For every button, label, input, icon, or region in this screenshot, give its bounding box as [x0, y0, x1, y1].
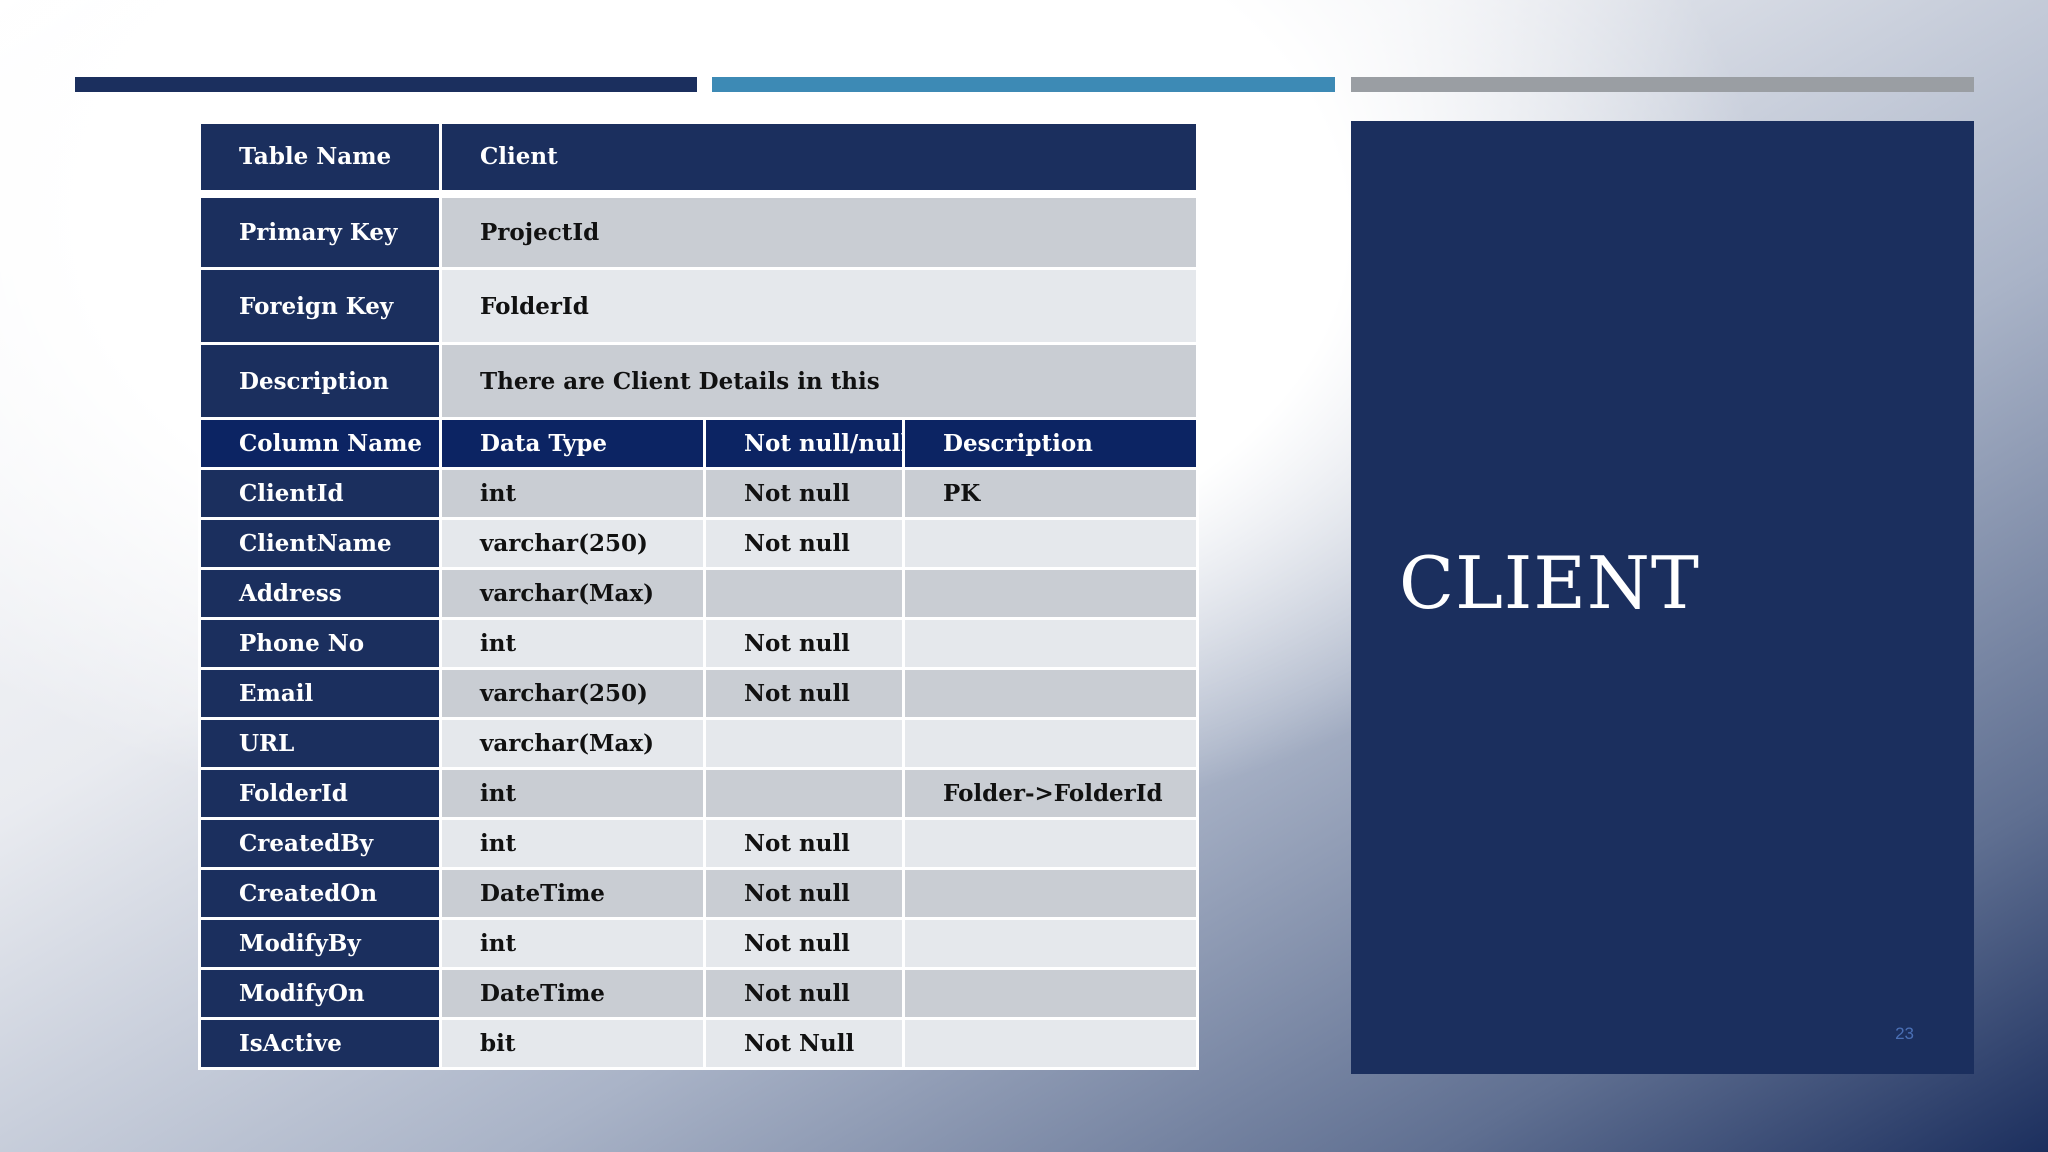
table-row: CreatedOn DateTime Not null: [198, 867, 1200, 920]
table-row: FolderId int Folder->FolderId: [198, 767, 1200, 820]
column-rows: ClientId int Not null PK ClientName varc…: [198, 467, 1200, 1070]
meta-section: Table Name Client Primary Key ProjectId …: [198, 121, 1200, 470]
row-data-type: bit: [439, 1017, 706, 1070]
accent-bar-dark-blue: [75, 77, 697, 92]
row-description: [901, 567, 1200, 620]
row-description: [901, 517, 1200, 570]
table-row: URL varchar(Max): [198, 717, 1200, 770]
primary-key-value: ProjectId: [438, 192, 1200, 270]
accent-bar-light-blue: [712, 77, 1335, 92]
row-data-type: int: [439, 817, 706, 870]
table-row: Email varchar(250) Not null: [198, 667, 1200, 720]
columns-header-row: Column Name Data Type Not null/null Desc…: [198, 417, 1200, 470]
row-nullability: Not null: [703, 667, 905, 720]
page-number: 23: [1895, 1024, 1914, 1043]
description-label: Description: [198, 342, 442, 420]
row-data-type: varchar(Max): [439, 567, 706, 620]
row-data-type: varchar(250): [439, 517, 706, 570]
row-description: [901, 617, 1200, 670]
row-column-name: Email: [198, 667, 442, 720]
table-row: ClientName varchar(250) Not null: [198, 517, 1200, 570]
row-column-name: FolderId: [198, 767, 442, 820]
row-column-name: CreatedBy: [198, 817, 442, 870]
row-nullability: Not null: [703, 817, 905, 870]
row-description: [901, 967, 1200, 1020]
row-nullability: [703, 567, 905, 620]
row-nullability: [703, 767, 905, 820]
row-data-type: varchar(Max): [439, 717, 706, 770]
row-column-name: Address: [198, 567, 442, 620]
row-nullability: Not null: [703, 867, 905, 920]
row-data-type: int: [439, 917, 706, 970]
row-description: [901, 867, 1200, 920]
row-description: [901, 717, 1200, 770]
row-nullability: Not null: [703, 967, 905, 1020]
table-row: ModifyBy int Not null: [198, 917, 1200, 970]
row-nullability: [703, 717, 905, 770]
schema-table: Table Name Client Primary Key ProjectId …: [198, 121, 1200, 1070]
table-name-value: Client: [438, 121, 1200, 195]
accent-bar-gray: [1351, 77, 1974, 92]
row-nullability: Not null: [703, 467, 905, 520]
row-description: [901, 1017, 1200, 1070]
table-name-label: Table Name: [198, 121, 442, 195]
table-row: Phone No int Not null: [198, 617, 1200, 670]
slide-title: CLIENT: [1399, 541, 1700, 625]
foreign-key-value: FolderId: [438, 267, 1200, 345]
row-nullability: Not null: [703, 517, 905, 570]
row-data-type: DateTime: [439, 967, 706, 1020]
row-description: [901, 817, 1200, 870]
title-panel: CLIENT 23: [1351, 121, 1974, 1074]
table-row: ClientId int Not null PK: [198, 467, 1200, 520]
table-row: CreatedBy int Not null: [198, 817, 1200, 870]
table-row: ModifyOn DateTime Not null: [198, 967, 1200, 1020]
description-value: There are Client Details in this: [438, 342, 1200, 420]
row-column-name: ClientId: [198, 467, 442, 520]
row-column-name: URL: [198, 717, 442, 770]
row-data-type: DateTime: [439, 867, 706, 920]
foreign-key-row: Foreign Key FolderId: [198, 267, 1200, 345]
row-column-name: Phone No: [198, 617, 442, 670]
row-column-name: CreatedOn: [198, 867, 442, 920]
row-data-type: int: [439, 767, 706, 820]
row-column-name: ModifyBy: [198, 917, 442, 970]
table-row: IsActive bit Not Null: [198, 1017, 1200, 1070]
row-column-name: ModifyOn: [198, 967, 442, 1020]
table-row: Address varchar(Max): [198, 567, 1200, 620]
foreign-key-label: Foreign Key: [198, 267, 442, 345]
row-data-type: int: [439, 617, 706, 670]
primary-key-row: Primary Key ProjectId: [198, 192, 1200, 270]
row-data-type: int: [439, 467, 706, 520]
table-name-row: Table Name Client: [198, 121, 1200, 195]
row-description: [901, 917, 1200, 970]
primary-key-label: Primary Key: [198, 192, 442, 270]
row-description: Folder->FolderId: [901, 767, 1200, 820]
row-nullability: Not Null: [703, 1017, 905, 1070]
row-column-name: ClientName: [198, 517, 442, 570]
row-description: [901, 667, 1200, 720]
header-description: Description: [901, 417, 1200, 470]
row-description: PK: [901, 467, 1200, 520]
header-data-type: Data Type: [439, 417, 706, 470]
description-row: Description There are Client Details in …: [198, 342, 1200, 420]
header-nullability: Not null/null: [703, 417, 905, 470]
row-nullability: Not null: [703, 917, 905, 970]
row-data-type: varchar(250): [439, 667, 706, 720]
header-column-name: Column Name: [198, 417, 442, 470]
row-column-name: IsActive: [198, 1017, 442, 1070]
row-nullability: Not null: [703, 617, 905, 670]
